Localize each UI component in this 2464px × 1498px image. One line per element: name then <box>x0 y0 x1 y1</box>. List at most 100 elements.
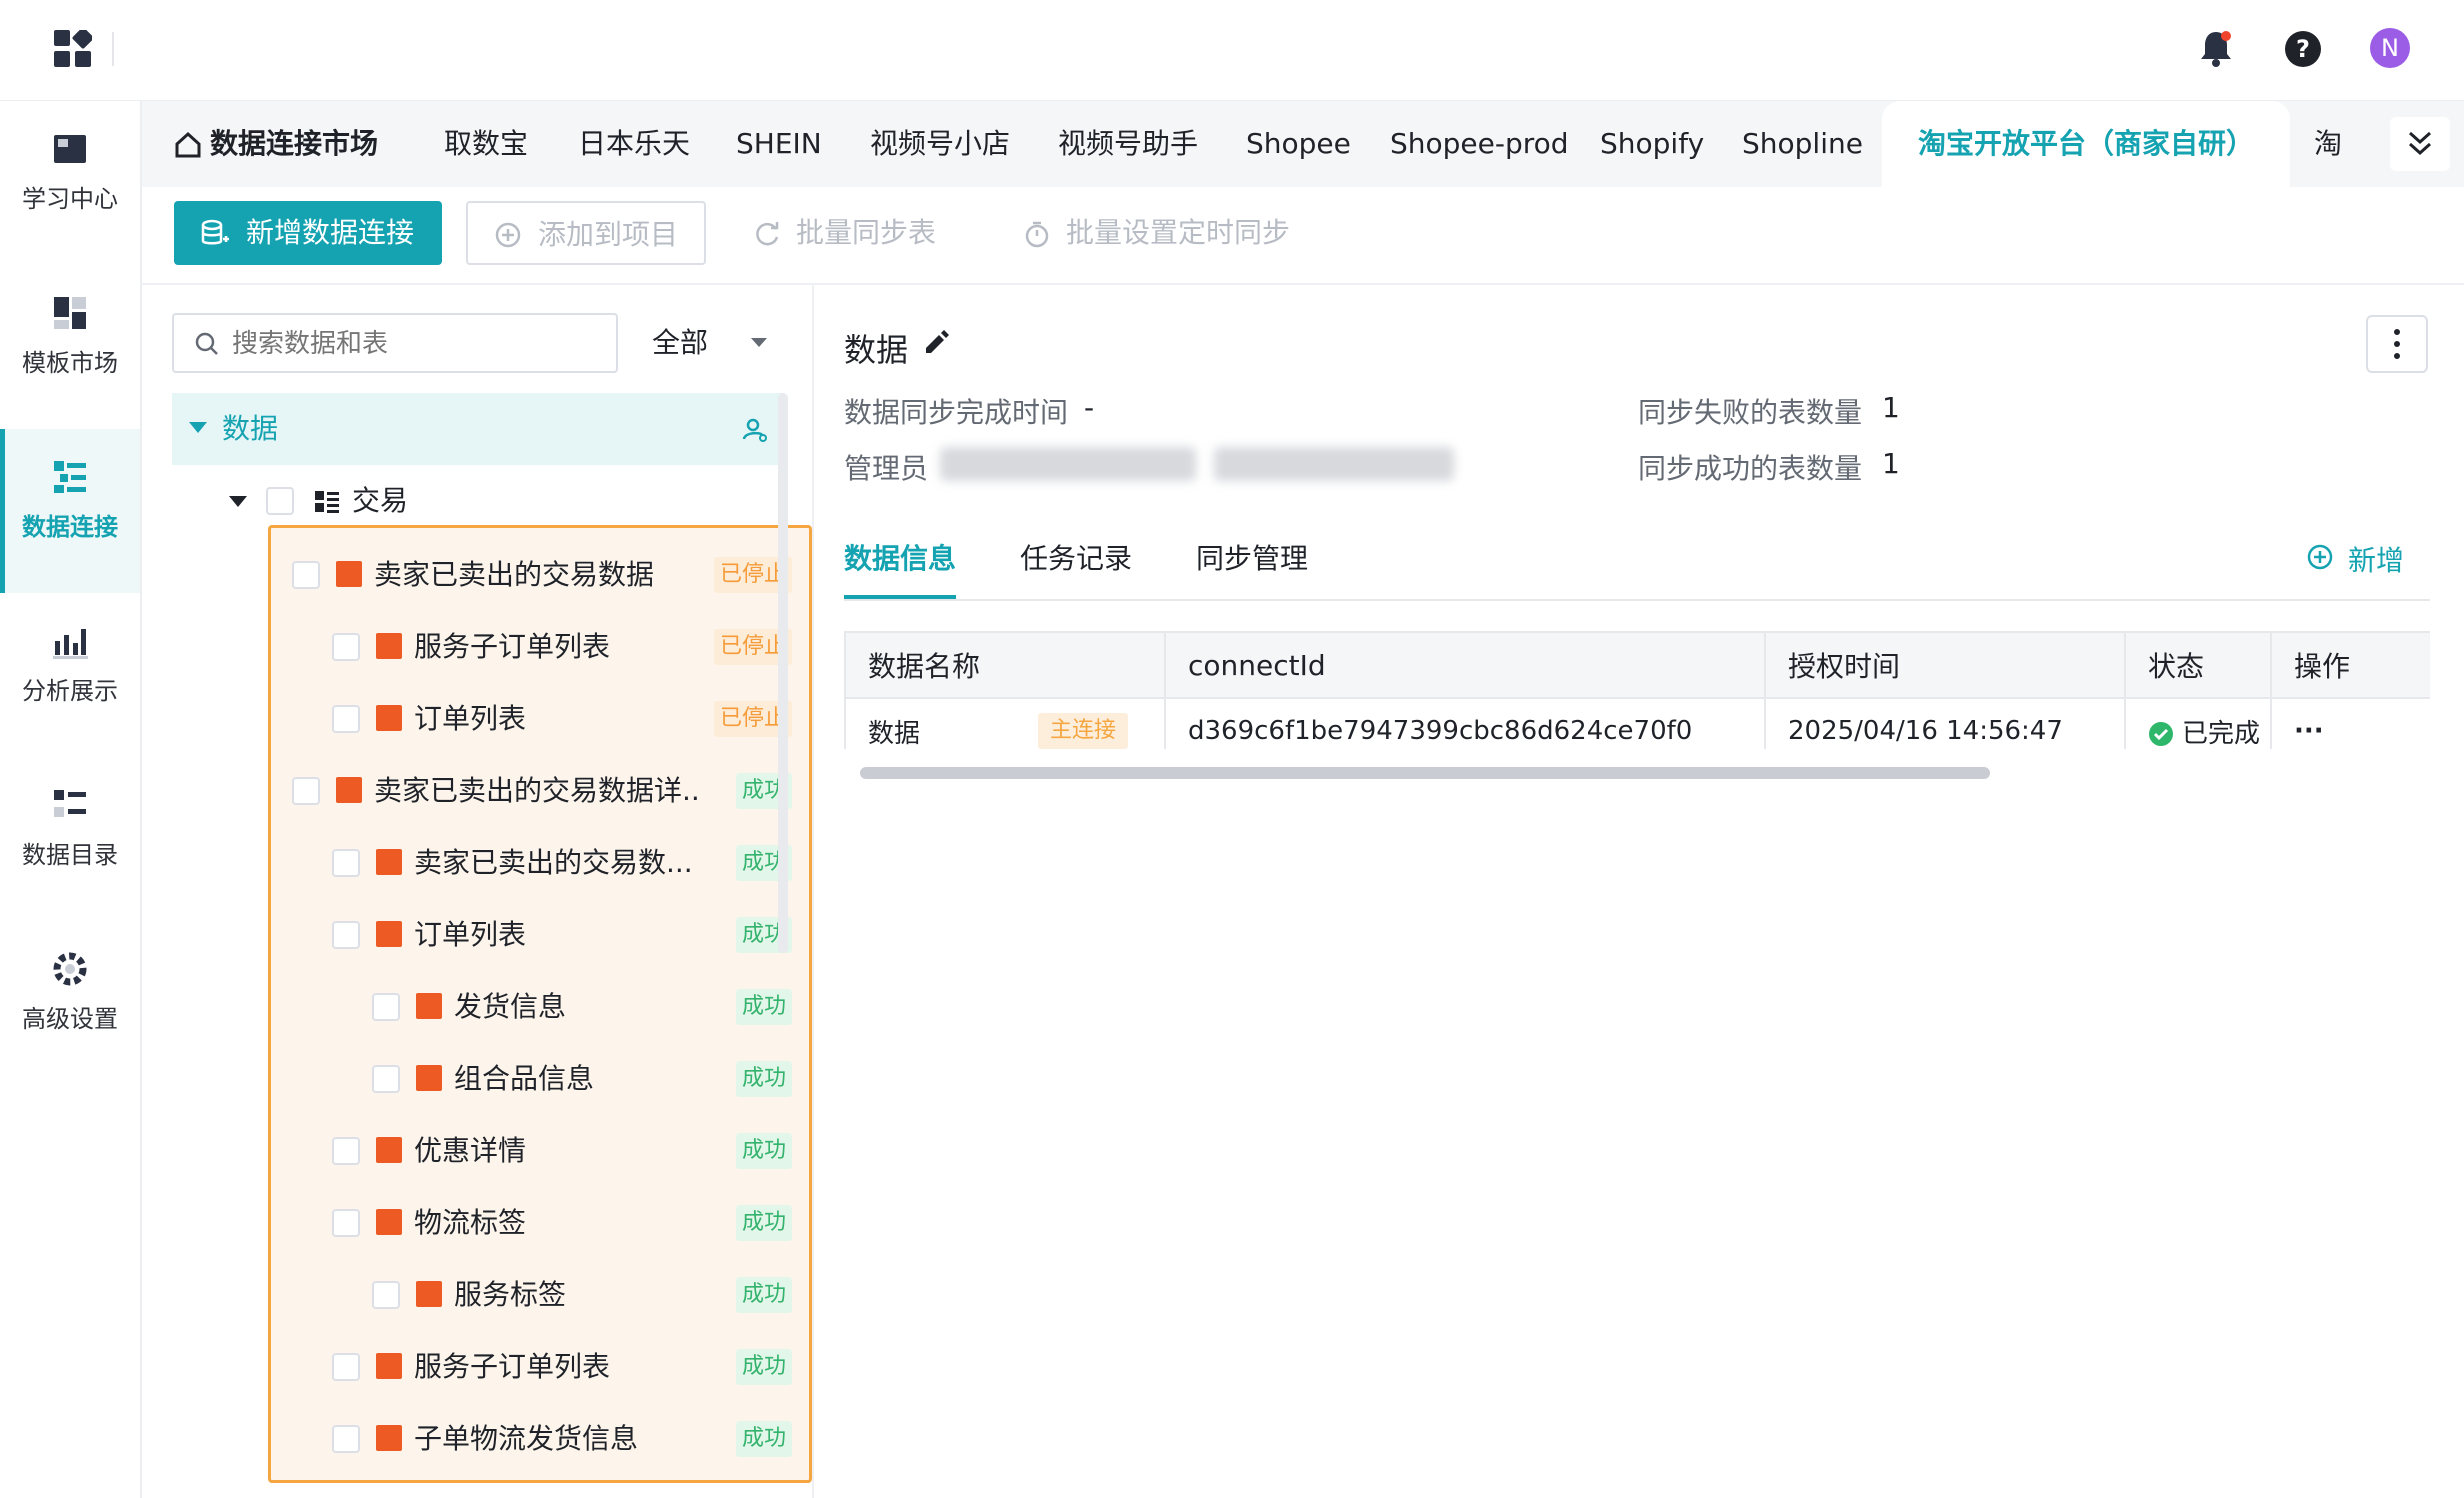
tree-item-checkbox[interactable] <box>292 561 320 589</box>
tree-item-label: 订单列表 <box>414 918 527 951</box>
tree-item[interactable]: 订单列表 已停止 <box>272 683 792 755</box>
tree-item-label: 发货信息 <box>454 990 567 1023</box>
tree-item-checkbox[interactable] <box>332 849 360 877</box>
tab-channels-assistant[interactable]: 视频号助手 <box>1058 101 1198 187</box>
tree-item-label: 卖家已卖出的交易数据 <box>374 558 655 591</box>
connections-table-wrap: 数据名称 connectId 授权时间 状态 操作 数据 主连接 d369c6f… <box>844 631 2430 749</box>
tree-scrollbar[interactable] <box>778 393 788 953</box>
tree-panel: 全部 数据 交易 卖家已卖出的交易数据已停止服务子订单列表已停止订单列表已停止卖… <box>142 285 814 1498</box>
tree-item-checkbox[interactable] <box>332 1353 360 1381</box>
avatar[interactable]: N <box>2370 28 2410 68</box>
tree-item-checkbox[interactable] <box>372 1065 400 1093</box>
tree-item[interactable]: 服务子订单列表 已停止 <box>272 611 792 683</box>
tab-shein[interactable]: SHEIN <box>736 101 822 187</box>
chart-icon <box>53 629 88 659</box>
edit-icon[interactable] <box>922 329 950 357</box>
more-menu-button[interactable] <box>2366 315 2428 373</box>
admin-label: 管理员 <box>844 452 929 485</box>
bell-icon[interactable] <box>2198 28 2234 68</box>
sync-time-label: 数据同步完成时间 <box>844 396 1069 429</box>
status-text: 已完成 <box>2182 718 2261 749</box>
tab-taobao-open[interactable]: 淘宝开放平台（商家自研） <box>1882 101 2291 187</box>
refresh-icon <box>756 222 779 246</box>
tree-item[interactable]: 子单物流发货信息 成功 <box>272 1403 792 1475</box>
tree-item[interactable]: 组合品信息 成功 <box>272 1043 792 1115</box>
tree-item-label: 卖家已卖出的交易数据详... <box>374 774 702 807</box>
cell-status: 已完成 <box>2124 697 2272 749</box>
tab-shopee-prod[interactable]: Shopee-prod <box>1390 101 1569 187</box>
rail-item-catalog[interactable]: 数据目录 <box>0 757 140 921</box>
tab-channels-shop[interactable]: 视频号小店 <box>870 101 1010 187</box>
taobao-icon <box>376 705 402 731</box>
taobao-icon <box>376 849 402 875</box>
status-badge: 成功 <box>735 1277 792 1313</box>
rail-label: 数据连接 <box>22 513 118 541</box>
tree-item-checkbox[interactable] <box>292 777 320 805</box>
tree-item[interactable]: 订单列表 成功 <box>272 899 792 971</box>
tree-item-checkbox[interactable] <box>332 1137 360 1165</box>
rail-item-advanced[interactable]: 高级设置 <box>0 921 140 1085</box>
tree-item[interactable]: 卖家已卖出的交易数... 成功 <box>272 827 792 899</box>
rail-label: 模板市场 <box>22 349 118 377</box>
caret-down-icon <box>189 422 207 433</box>
rail-item-analytics[interactable]: 分析展示 <box>0 593 140 757</box>
question-icon[interactable]: ? <box>2284 30 2322 68</box>
tree-item[interactable]: 卖家已卖出的交易数据 已停止 <box>272 539 792 611</box>
batch-schedule-button[interactable]: 批量设置定时同步 <box>1022 201 1322 265</box>
tree-item[interactable]: 优惠详情 成功 <box>272 1115 792 1187</box>
tab-data-info[interactable]: 数据信息 <box>844 537 956 577</box>
row-actions-button[interactable]: ··· <box>2294 716 2324 746</box>
group-checkbox[interactable] <box>266 487 294 515</box>
tree-item-checkbox[interactable] <box>332 1209 360 1237</box>
tab-qushubao[interactable]: 取数宝 <box>444 101 528 187</box>
tree-item-checkbox[interactable] <box>372 993 400 1021</box>
table-row[interactable]: 数据 主连接 d369c6f1be7947399cbc86d624ce70f0 … <box>844 697 2430 749</box>
catalog-icon <box>54 790 86 817</box>
rail-item-data-connect[interactable]: 数据连接 <box>0 429 140 593</box>
rail-label: 高级设置 <box>22 1005 118 1033</box>
taobao-icon <box>376 1425 402 1451</box>
app-grid-icon[interactable] <box>54 30 92 68</box>
add-connection-button[interactable]: 新增数据连接 <box>174 201 442 265</box>
add-button[interactable]: 新增 <box>2306 539 2404 579</box>
tree-item[interactable]: 物流标签 成功 <box>272 1187 792 1259</box>
rail-label: 学习中心 <box>22 185 118 213</box>
filter-select[interactable]: 全部 <box>642 313 782 373</box>
rail-label: 分析展示 <box>22 677 118 705</box>
tab-shopee[interactable]: Shopee <box>1246 101 1351 187</box>
tab-taobao-more[interactable]: 淘 <box>2314 101 2342 187</box>
tab-shopline[interactable]: Shopline <box>1742 101 1863 187</box>
tree-item-checkbox[interactable] <box>332 921 360 949</box>
tab-sync-management[interactable]: 同步管理 <box>1196 537 1308 577</box>
rail-item-templates[interactable]: 模板市场 <box>0 265 140 429</box>
rail-item-learning[interactable]: 学习中心 <box>0 101 140 265</box>
batch-sync-button[interactable]: 批量同步表 <box>752 201 952 265</box>
tree-item-label: 服务子订单列表 <box>414 630 611 663</box>
tab-rakuten[interactable]: 日本乐天 <box>578 101 690 187</box>
table-header-row: 数据名称 connectId 授权时间 状态 操作 <box>844 631 2430 699</box>
search-input[interactable] <box>230 323 604 365</box>
add-to-project-button[interactable]: 添加到项目 <box>466 201 706 265</box>
tab-home[interactable]: 数据连接市场 <box>210 101 378 187</box>
status-badge: 成功 <box>735 1133 792 1169</box>
success-count-label: 同步成功的表数量 <box>1638 452 1863 485</box>
table-h-scrollbar[interactable] <box>860 767 1990 779</box>
tree-item-label: 服务标签 <box>454 1278 567 1311</box>
tree-item-checkbox[interactable] <box>332 633 360 661</box>
tab-task-records[interactable]: 任务记录 <box>1020 537 1132 577</box>
tree-root-node[interactable]: 数据 <box>172 393 784 465</box>
tab-shopify[interactable]: Shopify <box>1600 101 1704 187</box>
tree-item[interactable]: 卖家已卖出的交易数据详... 成功 <box>272 755 792 827</box>
tabs-expand-button[interactable] <box>2390 117 2450 171</box>
tree-item[interactable]: 服务子订单列表 成功 <box>272 1331 792 1403</box>
tree-item-checkbox[interactable] <box>332 705 360 733</box>
taobao-icon <box>376 921 402 947</box>
tree-item[interactable]: 发货信息 成功 <box>272 971 792 1043</box>
caret-down-icon <box>751 338 767 347</box>
tree-item-checkbox[interactable] <box>332 1425 360 1453</box>
tree-item[interactable]: 服务标签 成功 <box>272 1259 792 1331</box>
user-settings-icon[interactable] <box>742 417 768 443</box>
tree-items: 卖家已卖出的交易数据 已停止 服务子订单列表 已停止 订单列表 已停止 卖家已卖出的交易数据… <box>272 539 792 1479</box>
add-connection-label: 新增数据连接 <box>246 216 415 249</box>
tree-item-checkbox[interactable] <box>372 1281 400 1309</box>
